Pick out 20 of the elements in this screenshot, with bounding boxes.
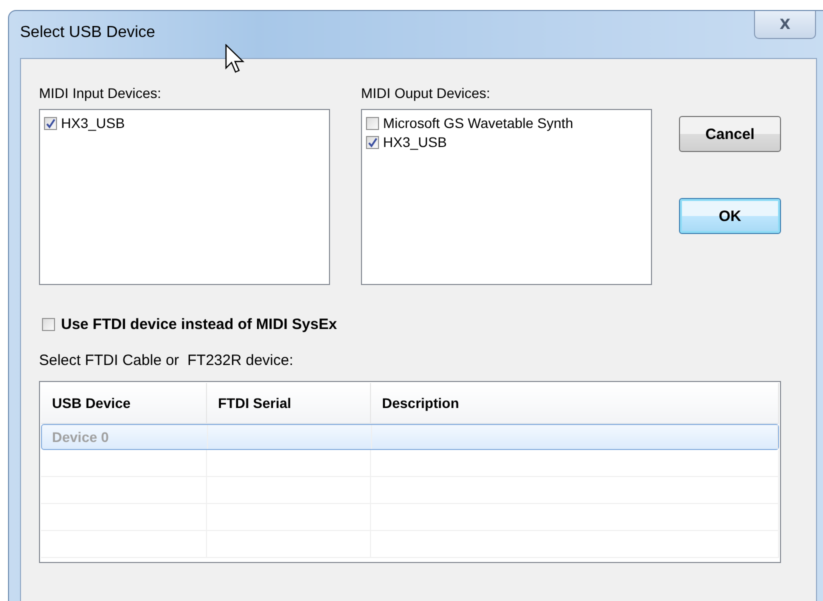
column-header[interactable]: Description [371, 383, 779, 423]
close-button[interactable]: X [754, 11, 816, 39]
list-label: MIDI Ouput Devices: [361, 85, 492, 101]
column-header[interactable]: USB Device [41, 383, 207, 423]
device-name[interactable]: HX3_USB [383, 133, 447, 152]
window-title: Select USB Device [20, 24, 156, 42]
table-label: Select FTDI Cable or FT232R device: [39, 352, 294, 369]
checkbox-label[interactable]: Use FTDI device instead of MIDI SysEx [61, 316, 337, 333]
device-name[interactable]: Microsoft GS Wavetable Synth [383, 114, 574, 133]
checkbox[interactable] [44, 117, 57, 130]
table-cell: Device 0 [52, 429, 109, 445]
column-header[interactable]: FTDI Serial [207, 383, 371, 423]
cancel-button[interactable]: Cancel [679, 116, 781, 152]
list-label: MIDI Input Devices: [39, 85, 162, 101]
mouse-cursor-icon [225, 44, 247, 74]
checkbox[interactable] [366, 136, 379, 149]
checkbox[interactable] [366, 117, 379, 130]
checkbox[interactable] [42, 318, 55, 331]
device-name[interactable]: HX3_USB [61, 114, 125, 133]
ok-button[interactable]: OK [679, 198, 781, 234]
